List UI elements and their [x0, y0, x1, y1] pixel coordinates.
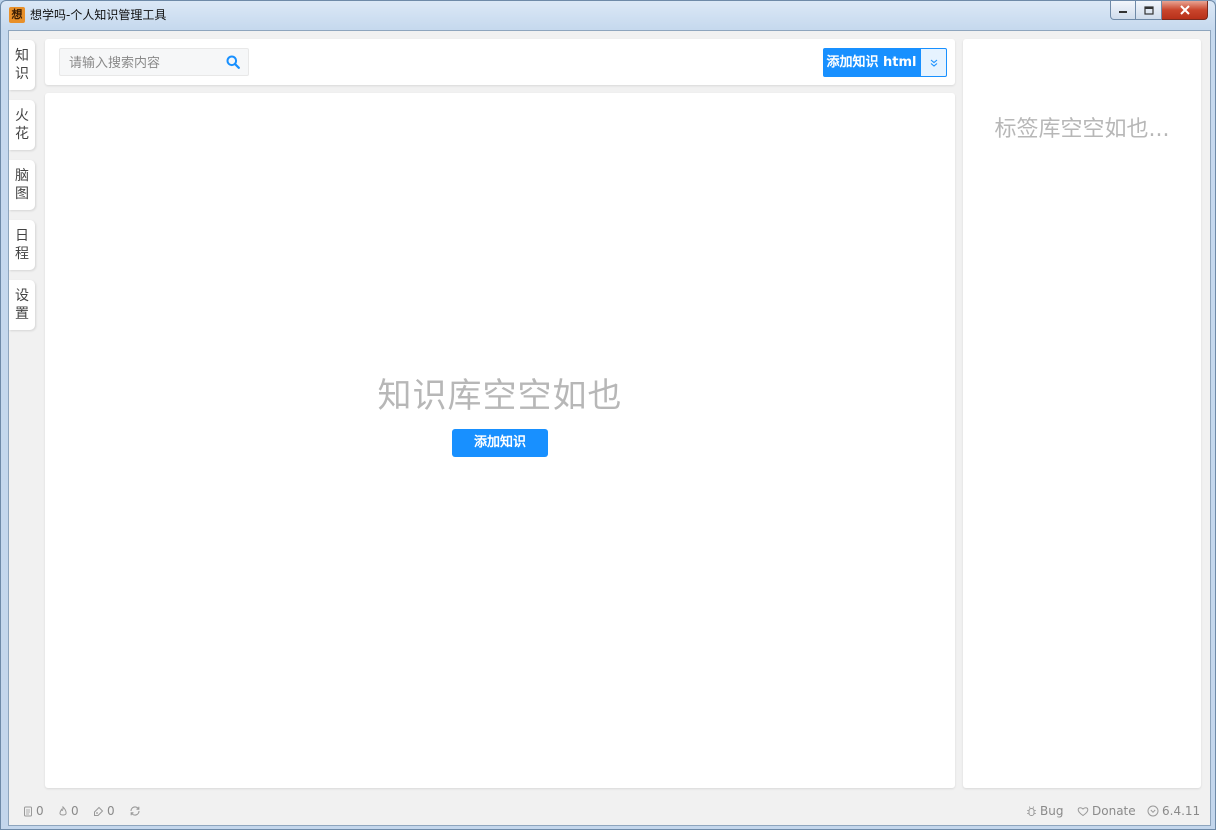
tab-label: 图 [15, 186, 29, 202]
tab-label: 程 [15, 246, 29, 262]
add-knowledge-button[interactable]: 添加知识 [452, 429, 548, 457]
sync-icon [130, 806, 140, 816]
tab-label: 识 [15, 66, 29, 82]
toolbar: 添加知识 html [45, 39, 955, 85]
spark-count: 0 [58, 797, 79, 825]
minimize-button[interactable] [1110, 1, 1136, 20]
title-bar: 想 想学吗-个人知识管理工具 [1, 1, 1215, 30]
tag-icon [94, 806, 104, 816]
app-window: 想 想学吗-个人知识管理工具 知 识 火 花 脑 图 日 程 设 置 请输入搜索… [0, 0, 1216, 830]
knowledge-panel: 知识库空空如也 添加知识 [45, 93, 955, 788]
tab-label: 置 [15, 306, 29, 322]
tab-label: 知 [15, 48, 29, 64]
tab-label: 设 [15, 288, 29, 304]
version-check-icon [1147, 805, 1159, 817]
heart-icon [1077, 806, 1089, 816]
tab-label: 花 [15, 126, 29, 142]
tab-label: 火 [15, 108, 29, 124]
donate-link[interactable]: Donate [1077, 797, 1136, 825]
tab-mindmap[interactable]: 脑 图 [9, 160, 35, 210]
tags-panel: 标签库空空如也... [963, 39, 1201, 788]
flame-icon [59, 805, 67, 815]
tab-settings[interactable]: 设 置 [9, 280, 35, 330]
document-icon [24, 806, 32, 816]
tab-label: 日 [15, 228, 29, 244]
tab-schedule[interactable]: 日 程 [9, 220, 35, 270]
search-box [59, 48, 249, 77]
tag-count: 0 [93, 797, 115, 825]
double-chevron-down-icon [930, 59, 937, 67]
search-input[interactable] [60, 49, 231, 77]
tab-label: 脑 [15, 168, 29, 184]
empty-knowledge-text: 知识库空空如也 [377, 376, 623, 416]
bug-icon [1027, 806, 1036, 816]
search-icon[interactable] [226, 55, 240, 69]
close-icon [1179, 5, 1190, 15]
tab-knowledge[interactable]: 知 识 [9, 40, 35, 90]
tab-spark[interactable]: 火 花 [9, 100, 35, 150]
maximize-icon [1143, 5, 1154, 15]
add-knowledge-html-button[interactable]: 添加知识 html [823, 48, 920, 77]
client-area: 知 识 火 花 脑 图 日 程 设 置 添 [8, 30, 1211, 826]
bug-report-link[interactable]: Bug [1026, 797, 1063, 825]
sync-button[interactable] [129, 797, 144, 825]
minimize-icon [1119, 11, 1127, 13]
app-logo-icon: 想 [9, 7, 25, 23]
status-bar: 0 0 0 Bug Donate 6.4.11 [9, 797, 1210, 825]
window-title: 想学吗-个人知识管理工具 [30, 8, 167, 22]
close-button[interactable] [1162, 1, 1208, 20]
knowledge-count: 0 [23, 797, 44, 825]
maximize-button[interactable] [1136, 1, 1162, 20]
version-info[interactable]: 6.4.11 [1147, 797, 1200, 825]
caption-buttons [1110, 1, 1208, 21]
add-options-dropdown[interactable] [920, 48, 947, 77]
empty-tags-text: 标签库空空如也... [994, 117, 1170, 142]
